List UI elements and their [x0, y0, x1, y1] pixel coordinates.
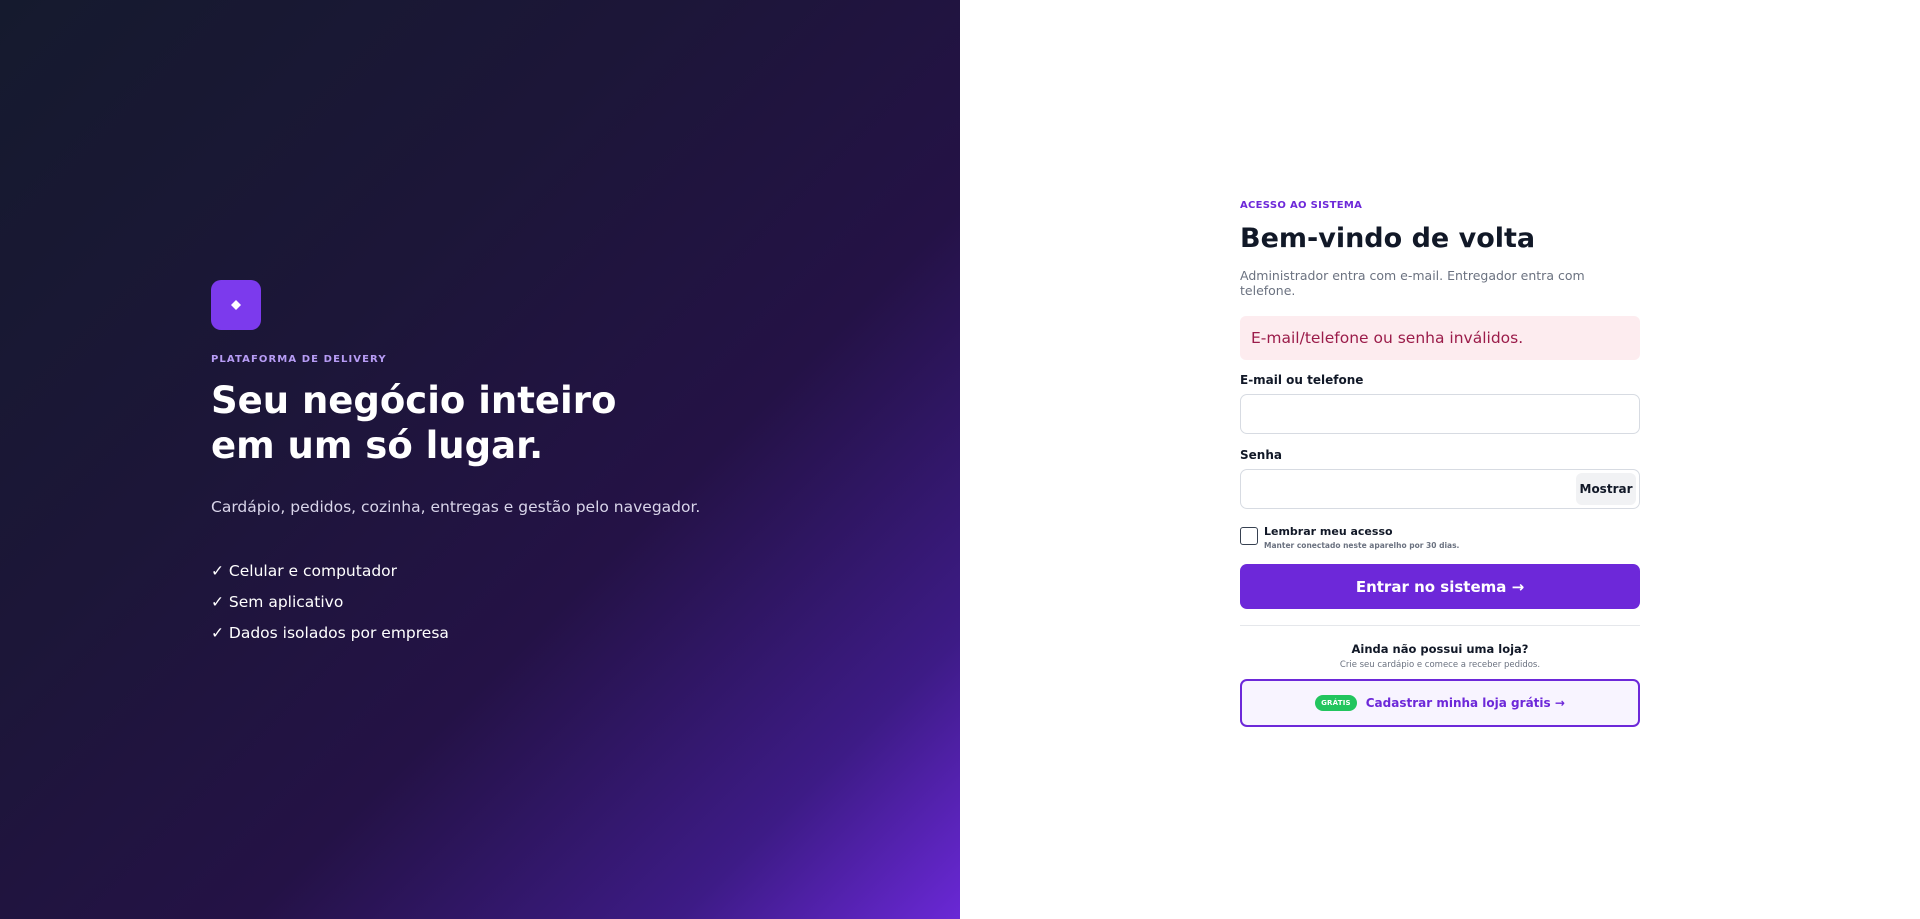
- diamond-icon: [231, 300, 241, 310]
- signup-label: Cadastrar minha loja grátis →: [1365, 696, 1565, 710]
- page-title: Bem-vindo de volta: [1240, 223, 1536, 254]
- login-panel: ACESSO AO SISTEMA Bem-vindo de volta Adm…: [960, 0, 1920, 919]
- login-form: ACESSO AO SISTEMA Bem-vindo de volta Adm…: [1240, 200, 1640, 727]
- free-badge: GRÁTIS: [1315, 695, 1357, 711]
- remember-text: Lembrar meu acesso Manter conectado nest…: [1264, 525, 1459, 550]
- feature-list: ✓ Celular e computador ✓ Sem aplicativo …: [211, 556, 731, 649]
- password-label: Senha: [1240, 448, 1282, 462]
- show-password-button[interactable]: Mostrar: [1576, 473, 1636, 505]
- remember-label[interactable]: Lembrar meu acesso: [1264, 525, 1459, 538]
- divider: [1240, 625, 1640, 626]
- feature-item: ✓ Dados isolados por empresa: [211, 624, 449, 642]
- hero-subtitle: Cardápio, pedidos, cozinha, entregas e g…: [211, 498, 701, 516]
- remember-row: Lembrar meu acesso Manter conectado nest…: [1240, 525, 1640, 550]
- email-label: E-mail ou telefone: [1240, 373, 1364, 387]
- signup-question: Ainda não possui uma loja?: [1351, 642, 1529, 656]
- hero-title: Seu negócio inteiro em um só lugar.: [211, 379, 617, 467]
- login-eyebrow: ACESSO AO SISTEMA: [1240, 200, 1363, 211]
- hero-eyebrow: PLATAFORMA DE DELIVERY: [211, 354, 387, 365]
- remember-hint: Manter conectado neste aparelho por 30 d…: [1264, 541, 1460, 550]
- email-field[interactable]: [1240, 394, 1640, 434]
- login-button[interactable]: Entrar no sistema →: [1240, 564, 1640, 609]
- feature-item: ✓ Celular e computador: [211, 562, 398, 580]
- hero-panel: PLATAFORMA DE DELIVERY Seu negócio intei…: [0, 0, 960, 919]
- remember-checkbox[interactable]: [1240, 527, 1258, 545]
- error-alert: E-mail/telefone ou senha inválidos.: [1240, 316, 1640, 360]
- signup-hint: Crie seu cardápio e comece a receber ped…: [1339, 660, 1541, 670]
- feature-item: ✓ Sem aplicativo: [211, 593, 344, 611]
- login-subtitle: Administrador entra com e-mail. Entregad…: [1240, 268, 1585, 298]
- signup-button[interactable]: GRÁTIS Cadastrar minha loja grátis →: [1240, 679, 1640, 727]
- hero-content: PLATAFORMA DE DELIVERY Seu negócio intei…: [211, 280, 731, 649]
- brand-logo: [211, 280, 261, 330]
- password-wrapper: Mostrar: [1240, 469, 1640, 509]
